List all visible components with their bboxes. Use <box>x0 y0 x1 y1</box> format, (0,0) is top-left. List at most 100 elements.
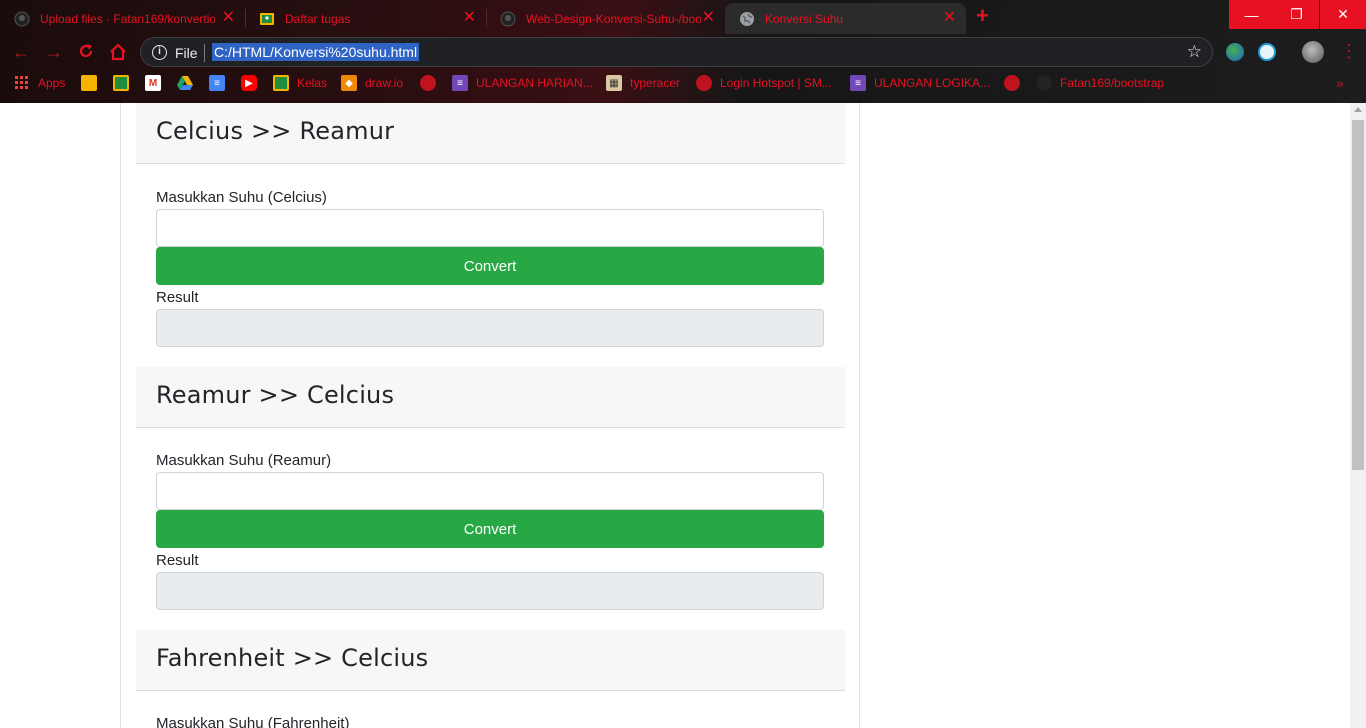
classroom-icon <box>273 75 289 91</box>
minimize-button[interactable]: — <box>1229 0 1274 29</box>
section-title: Celcius >> Reamur <box>156 117 395 145</box>
globe-icon <box>696 75 712 91</box>
home-button[interactable] <box>108 42 128 66</box>
tab-web-design[interactable]: Web-Design-Konversi-Suhu-/bootstrap ✕ <box>486 3 725 34</box>
bookmark-typeracer[interactable]: ▦ typeracer <box>606 75 680 91</box>
bookmark-ulangan-logika[interactable]: ≡ ULANGAN LOGIKA... <box>850 75 990 91</box>
bookmark-docs[interactable]: ≡ <box>209 75 233 91</box>
minimize-icon: — <box>1244 6 1259 23</box>
tab-strip: Upload files · Fatan169/konvertio ✕ Daft… <box>0 0 1366 34</box>
section-header-celcius-reamur: Celcius >> Reamur <box>136 103 845 164</box>
bookmarks-bar: Apps M ≡ ▶ Kelas ◆ draw.io ≡ ULANGAN HAR… <box>0 70 1366 98</box>
bookmark-fatan-bootstrap[interactable]: Fatan169/bootstrap <box>1036 75 1164 91</box>
info-icon[interactable]: i <box>152 45 167 60</box>
input-label: Masukkan Suhu (Reamur) <box>156 452 332 469</box>
close-window-button[interactable]: ✕ <box>1320 0 1366 29</box>
section-title: Reamur >> Celcius <box>156 381 395 409</box>
gmail-icon: M <box>145 75 161 91</box>
globe-icon <box>1004 75 1020 91</box>
home-icon <box>110 43 126 61</box>
close-icon[interactable]: ✕ <box>222 9 235 27</box>
extension-globe-icon[interactable] <box>1226 43 1244 61</box>
vertical-scrollbar[interactable] <box>1350 103 1366 728</box>
tab-upload-files[interactable]: Upload files · Fatan169/konvertio ✕ <box>0 3 245 34</box>
section-header-fahrenheit-celcius: Fahrenheit >> Celcius <box>136 630 845 691</box>
bookmark-classroom[interactable] <box>113 75 137 91</box>
url-text[interactable]: C:/HTML/Konversi%20suhu.html <box>212 43 420 61</box>
bookmark-label: Login Hotspot | SM... <box>720 76 832 90</box>
arrow-left-icon: ← <box>12 42 30 62</box>
classroom-icon <box>113 75 129 91</box>
bookmark-label: Kelas <box>297 76 328 90</box>
docs-icon: ≡ <box>209 75 225 91</box>
forms-icon: ≡ <box>452 75 468 91</box>
bookmark-globe-2[interactable] <box>1004 75 1028 91</box>
scheme-label: File <box>175 45 198 61</box>
back-button[interactable]: ← <box>12 42 30 62</box>
new-tab-button[interactable]: + <box>976 5 989 27</box>
drawio-icon: ◆ <box>341 75 357 91</box>
browser-chrome: Upload files · Fatan169/konvertio ✕ Daft… <box>0 0 1366 103</box>
bookmark-ulangan-harian[interactable]: ≡ ULANGAN HARIAN... <box>452 75 593 91</box>
bookmark-globe[interactable] <box>420 75 444 91</box>
bookmark-gmail[interactable]: M <box>145 75 169 91</box>
close-icon[interactable]: ✕ <box>702 9 715 27</box>
result-label: Result <box>156 552 199 569</box>
github-icon <box>500 11 516 27</box>
github-icon <box>1036 75 1052 91</box>
avatar[interactable] <box>1302 41 1324 63</box>
forward-button[interactable]: → <box>45 42 63 62</box>
reload-button[interactable] <box>77 42 95 64</box>
tab-title: Daftar tugas <box>285 11 351 26</box>
celcius-input[interactable] <box>156 209 824 247</box>
bookmark-label: typeracer <box>630 76 681 90</box>
bookmark-slides[interactable] <box>81 75 105 91</box>
restore-button[interactable]: ❐ <box>1274 0 1319 29</box>
extension-infinity-icon[interactable] <box>1258 43 1276 61</box>
typeracer-icon: ▦ <box>606 75 622 91</box>
page-viewport: Celcius >> Reamur Masukkan Suhu (Celcius… <box>0 103 1350 728</box>
bookmark-apps[interactable]: Apps <box>14 75 65 91</box>
tab-konversi-suhu[interactable]: Konversi Suhu ✕ <box>725 3 966 34</box>
scroll-thumb[interactable] <box>1352 120 1364 470</box>
section-title: Fahrenheit >> Celcius <box>156 644 429 672</box>
bookmark-label: ULANGAN LOGIKA... <box>874 76 991 90</box>
tab-daftar-tugas[interactable]: Daftar tugas ✕ <box>245 3 486 34</box>
reamur-input[interactable] <box>156 472 824 510</box>
tab-title: Konversi Suhu <box>765 11 844 26</box>
globe-icon <box>739 11 755 27</box>
arrow-right-icon: → <box>45 42 63 62</box>
result-label: Result <box>156 289 199 306</box>
bookmark-drawio[interactable]: ◆ draw.io <box>341 75 403 91</box>
bookmark-star-icon[interactable]: ☆ <box>1187 42 1202 62</box>
restore-icon: ❐ <box>1290 6 1303 22</box>
menu-icon[interactable]: ⋮ <box>1340 42 1358 60</box>
tab-title: Upload files · Fatan169/konvertio <box>40 11 215 26</box>
result-field <box>156 572 824 610</box>
close-icon[interactable]: ✕ <box>463 9 476 27</box>
browser-toolbar: ← → i File C:/HTML/Konversi%20suhu.html … <box>0 34 1366 70</box>
forms-icon: ≡ <box>850 75 866 91</box>
globe-icon <box>420 75 436 91</box>
github-icon <box>14 11 30 27</box>
result-field <box>156 309 824 347</box>
address-bar[interactable]: i File C:/HTML/Konversi%20suhu.html ☆ <box>140 37 1213 67</box>
bookmark-label: ULANGAN HARIAN... <box>476 76 593 90</box>
slides-icon <box>81 75 97 91</box>
scroll-up-arrow-icon[interactable] <box>1354 107 1362 112</box>
convert-button[interactable]: Convert <box>156 510 824 548</box>
bookmark-login-hotspot[interactable]: Login Hotspot | SM... <box>696 75 832 91</box>
input-label: Masukkan Suhu (Celcius) <box>156 189 327 206</box>
convert-button[interactable]: Convert <box>156 247 824 285</box>
section-header-reamur-celcius: Reamur >> Celcius <box>136 367 845 428</box>
close-icon[interactable]: ✕ <box>943 9 956 27</box>
bookmark-kelas[interactable]: Kelas <box>273 75 327 91</box>
classroom-icon <box>259 11 275 27</box>
reload-icon <box>79 44 93 58</box>
bookmark-drive[interactable] <box>177 75 201 91</box>
bookmark-label: Fatan169/bootstrap <box>1060 76 1165 90</box>
bookmark-youtube[interactable]: ▶ <box>241 75 265 91</box>
bookmarks-more-button[interactable]: » <box>1336 75 1344 91</box>
drive-icon <box>177 75 193 91</box>
close-icon: ✕ <box>1337 6 1349 22</box>
